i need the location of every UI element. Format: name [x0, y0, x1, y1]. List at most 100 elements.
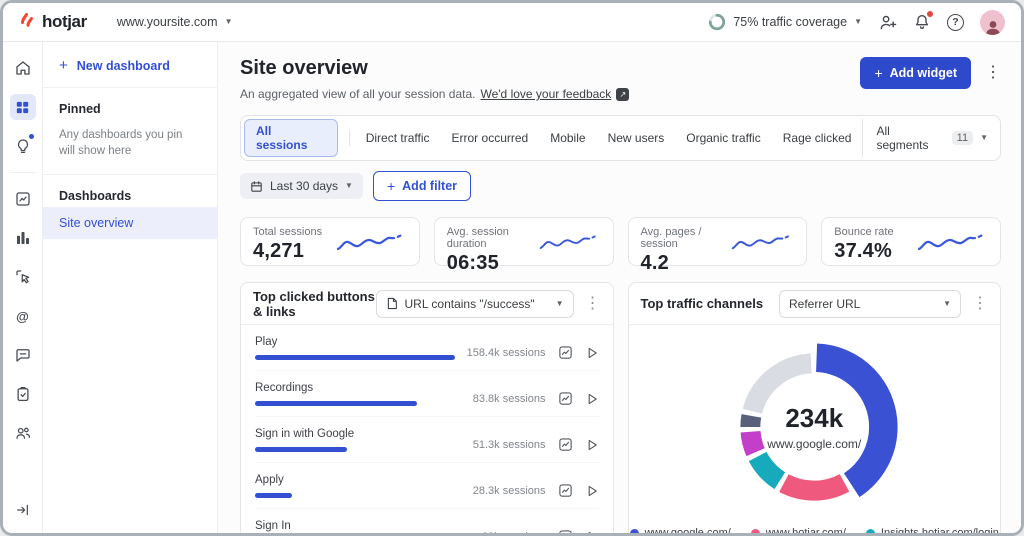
date-range-dropdown[interactable]: Last 30 days ▼ [240, 173, 363, 199]
dashboards-section-title: Dashboards [59, 189, 132, 204]
clicked-items-list: Play 158.4k sessions Recordings 83.8k se… [241, 325, 613, 533]
play-recordings-button[interactable] [585, 530, 599, 533]
nav-feedback[interactable] [10, 342, 36, 368]
collapse-sidebar-button[interactable] [10, 497, 36, 523]
page-subtitle: An aggregated view of all your session d… [240, 87, 630, 101]
panel-title: Top clicked buttons & links [253, 288, 375, 319]
site-selector[interactable]: www.yoursite.com ▼ [117, 15, 233, 29]
segment-rage-clicked[interactable]: Rage clicked [772, 126, 863, 150]
icon-rail: @ [3, 42, 43, 533]
feedback-link[interactable]: We'd love your feedback [480, 87, 611, 101]
segment-error-occurred[interactable]: Error occurred [441, 126, 540, 150]
segment-organic-traffic[interactable]: Organic traffic [675, 126, 771, 150]
add-widget-button[interactable]: + Add widget [860, 57, 971, 89]
item-label: Play [255, 336, 278, 348]
panel-menu-button[interactable]: ⋮ [972, 295, 988, 312]
legend-item[interactable]: www.google.com/ [629, 527, 731, 533]
play-recordings-button[interactable] [585, 392, 599, 406]
legend-label: Insights.hotjar.com/login [880, 527, 999, 533]
top-traffic-panel: Top traffic channels Referrer URL ▼ ⋮ 23… [627, 282, 1001, 533]
traffic-coverage-dropdown[interactable]: 75% traffic coverage ▼ [708, 13, 862, 31]
metric-card-pages-per-session[interactable]: Avg. pages / session 4.2 [627, 217, 808, 274]
add-filter-button[interactable]: + Add filter [372, 171, 472, 201]
user-avatar[interactable] [980, 9, 1005, 35]
all-segments-label: All segments [876, 124, 929, 152]
speech-bubble-icon [15, 349, 30, 362]
metric-card-total-sessions[interactable]: Total sessions 4,271 [240, 217, 420, 266]
invite-user-button[interactable] [878, 13, 897, 32]
segment-new-users[interactable]: New users [597, 126, 676, 150]
play-icon [588, 485, 597, 496]
nav-trends[interactable] [10, 186, 36, 212]
play-recordings-button[interactable] [585, 438, 599, 452]
dashboard-grid-icon [16, 101, 29, 113]
add-filter-label: Add filter [402, 179, 458, 193]
metric-card-session-duration[interactable]: Avg. session duration 06:35 [433, 217, 614, 274]
view-trends-button[interactable] [558, 529, 573, 533]
segment-direct-traffic[interactable]: Direct traffic [355, 126, 441, 150]
top-clicked-panel: Top clicked buttons & links URL contains… [240, 282, 614, 533]
item-bar [255, 401, 417, 406]
chevron-down-icon: ▼ [980, 133, 988, 142]
list-item: Play 158.4k sessions [255, 325, 599, 371]
hotjar-flame-icon [21, 13, 33, 27]
legend-item[interactable]: www.hotjar.com/ [750, 527, 846, 533]
clipboard-check-icon [16, 386, 29, 402]
list-item: Sign In 28k sessions [255, 509, 599, 533]
url-filter-select[interactable]: URL contains "/success" ▼ [375, 289, 574, 318]
rail-divider [9, 172, 36, 173]
play-recordings-button[interactable] [585, 346, 599, 360]
play-icon [588, 347, 597, 358]
play-recordings-button[interactable] [585, 484, 599, 498]
notification-badge [927, 11, 933, 17]
panel-menu-button[interactable]: ⋮ [585, 295, 601, 312]
item-bar [255, 447, 347, 452]
new-dashboard-button[interactable]: + New dashboard [43, 42, 217, 88]
trend-icon [558, 438, 572, 451]
traffic-donut [730, 343, 898, 511]
page-menu-button[interactable]: ⋮ [985, 65, 1001, 81]
view-trends-button[interactable] [558, 483, 573, 498]
segment-all-sessions[interactable]: All sessions [244, 119, 338, 157]
plus-icon: + [59, 57, 68, 74]
item-sessions: 51.3k sessions [472, 438, 546, 451]
nav-interviews[interactable] [10, 420, 36, 446]
referrer-select[interactable]: Referrer URL ▼ [779, 289, 961, 318]
home-icon [15, 61, 30, 75]
view-trends-button[interactable] [558, 391, 573, 406]
metric-label: Bounce rate [834, 226, 894, 238]
metric-value: 37.4% [834, 240, 892, 262]
item-sessions: 158.4k sessions [466, 346, 546, 359]
nav-dashboards[interactable] [9, 94, 36, 120]
nav-heatmaps[interactable] [10, 225, 36, 251]
hotjar-logo[interactable]: hotjar [17, 12, 87, 32]
dashboards-sidebar: + New dashboard Pinned Any dashboards yo… [43, 42, 218, 533]
person-add-icon [880, 15, 897, 29]
panel-title: Top traffic channels [640, 296, 764, 311]
nav-surveys[interactable]: @ [10, 303, 36, 329]
sidebar-item-site-overview[interactable]: Site overview [43, 207, 217, 240]
view-trends-button[interactable] [558, 345, 573, 360]
nav-home[interactable] [10, 55, 36, 81]
segment-mobile[interactable]: Mobile [539, 126, 596, 150]
notifications-button[interactable] [913, 11, 933, 31]
metric-card-bounce-rate[interactable]: Bounce rate 37.4% [821, 217, 1001, 266]
nav-recordings[interactable] [10, 264, 36, 290]
external-link-icon: ↗ [616, 87, 630, 101]
subtitle-text: An aggregated view of all your session d… [240, 87, 476, 101]
legend-item[interactable]: Insights.hotjar.com/login [865, 527, 999, 533]
legend-dot [865, 528, 875, 533]
nav-insights[interactable] [10, 133, 36, 159]
help-button[interactable]: ? [947, 13, 964, 31]
view-trends-button[interactable] [558, 437, 573, 452]
item-sessions: 28k sessions [458, 531, 546, 534]
item-sessions: 83.8k sessions [472, 392, 546, 405]
list-item: Sign in with Google 51.3k sessions [255, 417, 599, 463]
legend-label: www.google.com/ [644, 527, 731, 533]
nav-tests[interactable] [10, 381, 36, 407]
all-segments-dropdown[interactable]: All segments 11 ▼ [862, 119, 1000, 157]
metric-value: 06:35 [446, 252, 499, 274]
segments-count-badge: 11 [951, 131, 974, 145]
play-icon [588, 439, 597, 450]
metric-label: Avg. pages / session [640, 226, 702, 250]
